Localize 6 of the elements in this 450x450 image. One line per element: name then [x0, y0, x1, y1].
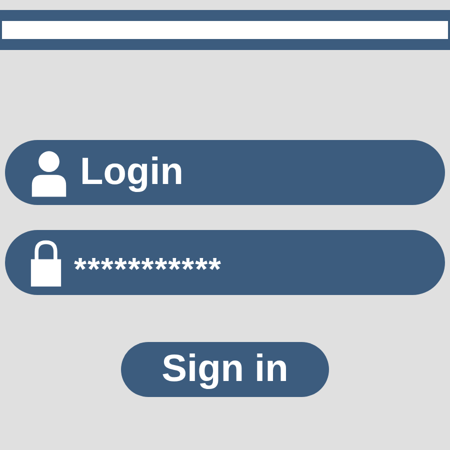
- password-field[interactable]: ***********: [5, 230, 445, 295]
- sign-in-button[interactable]: Sign in: [121, 342, 329, 397]
- user-icon: [30, 148, 68, 196]
- lock-icon: [30, 238, 62, 286]
- login-field[interactable]: Login: [5, 140, 445, 205]
- address-field[interactable]: [2, 21, 448, 39]
